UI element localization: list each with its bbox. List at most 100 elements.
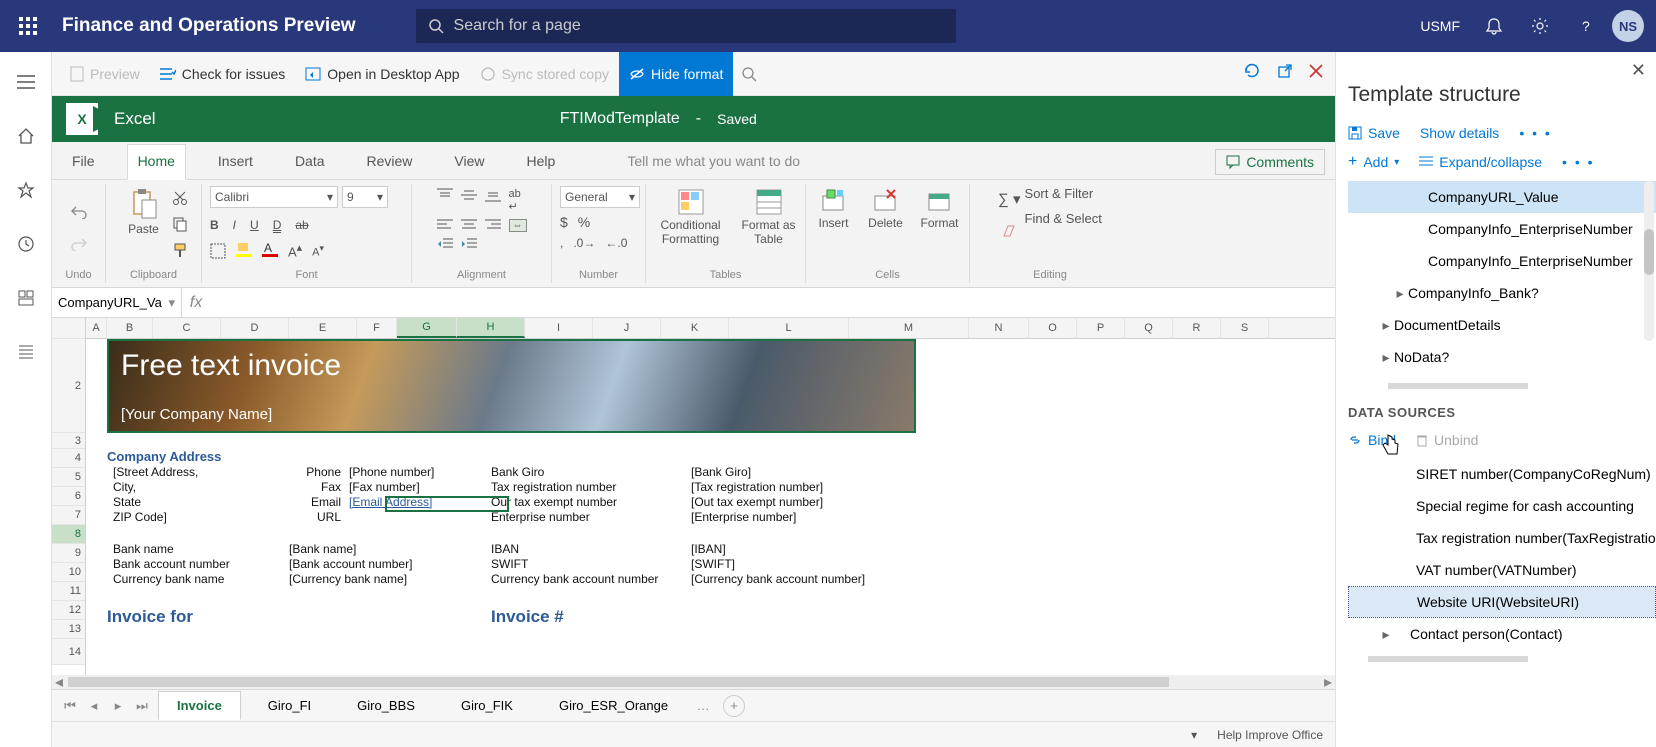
data-source-item[interactable]: ▸Contact person(Contact)	[1348, 618, 1656, 650]
col-header[interactable]: D	[221, 318, 289, 338]
cell[interactable]: Bank Giro	[491, 465, 691, 479]
cell[interactable]: [Street Address,	[107, 465, 289, 479]
tab-insert[interactable]: Insert	[208, 145, 263, 179]
cell[interactable]: [Enterprise number]	[691, 510, 891, 524]
cell[interactable]: [IBAN]	[691, 542, 891, 556]
cell[interactable]: SWIFT	[491, 557, 691, 571]
comments-button[interactable]: Comments	[1215, 149, 1325, 175]
sheet-nav-prev[interactable]: ◂	[82, 698, 106, 714]
col-header[interactable]: O	[1029, 318, 1077, 338]
sheet-nav-last[interactable]: ⏭	[130, 698, 154, 714]
notifications-icon[interactable]	[1474, 6, 1514, 46]
cell[interactable]: [Out tax exempt number]	[691, 495, 891, 509]
tree-item[interactable]: ▸DocumentDetails	[1348, 309, 1656, 341]
help-icon[interactable]: ?	[1566, 6, 1606, 46]
paste-button[interactable]: Paste	[120, 186, 168, 238]
col-header[interactable]: F	[357, 318, 397, 338]
col-header[interactable]: K	[661, 318, 729, 338]
insert-cells-button[interactable]: Insert	[810, 186, 858, 232]
cell[interactable]: Tax registration number	[491, 480, 691, 494]
cell[interactable]: Email	[289, 495, 349, 509]
font-color-button[interactable]: A	[262, 241, 278, 260]
show-details-button[interactable]: Show details	[1420, 125, 1499, 141]
recent-icon[interactable]	[10, 228, 42, 260]
menu-toggle-icon[interactable]	[10, 66, 42, 98]
tab-data[interactable]: Data	[285, 145, 335, 179]
align-right-icon[interactable]	[485, 219, 501, 231]
row-header[interactable]: 11	[52, 582, 85, 601]
col-header[interactable]: R	[1173, 318, 1221, 338]
user-avatar[interactable]: NS	[1612, 10, 1644, 42]
hide-format-button[interactable]: Hide format	[619, 52, 733, 96]
home-icon[interactable]	[10, 120, 42, 152]
font-size-select[interactable]: 9▾	[342, 186, 388, 208]
action-search-icon[interactable]	[733, 58, 765, 90]
col-header[interactable]: P	[1077, 318, 1125, 338]
align-middle-icon[interactable]	[461, 188, 477, 202]
wrap-text-icon[interactable]: ab↵	[509, 188, 521, 213]
cell[interactable]: Our tax exempt number	[491, 495, 691, 509]
refresh-icon[interactable]	[1243, 62, 1261, 85]
sheet-tab-invoice[interactable]: Invoice	[158, 691, 241, 720]
cell[interactable]: URL	[289, 510, 349, 524]
tab-view[interactable]: View	[444, 145, 494, 179]
sheet-nav-next[interactable]: ▸	[106, 698, 130, 714]
cell[interactable]: Bank name	[107, 542, 289, 556]
sheet-tab[interactable]: Giro_FI	[249, 691, 330, 720]
col-header[interactable]: C	[153, 318, 221, 338]
strikethrough-button[interactable]: ab	[295, 218, 308, 233]
delete-cells-button[interactable]: Delete	[862, 186, 910, 232]
row-header[interactable]: 9	[52, 544, 85, 563]
sheet-nav-first[interactable]: ⏮	[58, 698, 82, 714]
cell[interactable]: [Phone number]	[349, 465, 491, 479]
format-painter-icon[interactable]	[172, 242, 188, 258]
cell[interactable]: [Bank name]	[289, 542, 491, 556]
shrink-font-button[interactable]: A▾	[312, 243, 324, 259]
data-source-item-website-uri[interactable]: Website URI(WebsiteURI)	[1348, 586, 1656, 618]
sheet-tab[interactable]: Giro_BBS	[338, 691, 434, 720]
comma-button[interactable]: ,	[560, 236, 563, 250]
favorites-icon[interactable]	[10, 174, 42, 206]
cut-icon[interactable]	[172, 190, 188, 206]
cell[interactable]: [Email Address]	[349, 495, 491, 509]
currency-button[interactable]: $	[560, 214, 568, 230]
cell[interactable]: [Bank account number]	[289, 557, 491, 571]
underline-button[interactable]: U	[250, 218, 259, 233]
add-button[interactable]: +Add▾	[1348, 153, 1399, 171]
check-issues-button[interactable]: Check for issues	[150, 60, 295, 88]
col-header[interactable]: B	[107, 318, 153, 338]
row-header[interactable]: 2	[52, 339, 85, 433]
col-header[interactable]: G	[397, 318, 457, 338]
autosum-icon[interactable]: ∑ ▾	[998, 190, 1020, 208]
settings-icon[interactable]	[1520, 6, 1560, 46]
cell[interactable]: Enterprise number	[491, 510, 691, 524]
increase-decimal-button[interactable]: .0→	[573, 236, 595, 250]
sort-filter-button[interactable]: Sort & Filter	[1025, 186, 1094, 201]
undo-button[interactable]	[66, 203, 92, 221]
cell[interactable]: City,	[107, 480, 289, 494]
tab-help[interactable]: Help	[517, 145, 566, 179]
grow-font-button[interactable]: A▴	[288, 241, 302, 259]
tree-item-company-url[interactable]: CompanyURL_Value	[1348, 181, 1656, 213]
cell[interactable]: [Bank Giro]	[691, 465, 891, 479]
data-source-item[interactable]: Special regime for cash accounting	[1348, 490, 1656, 522]
tree-item[interactable]: CompanyInfo_EnterpriseNumber	[1348, 245, 1656, 277]
percent-button[interactable]: %	[578, 214, 590, 230]
popout-icon[interactable]	[1277, 63, 1293, 84]
workspaces-icon[interactable]	[10, 282, 42, 314]
open-desktop-button[interactable]: Open in Desktop App	[295, 60, 469, 88]
sheet-tab[interactable]: Giro_FIK	[442, 691, 532, 720]
cell[interactable]: [Currency bank name]	[289, 572, 491, 586]
close-icon[interactable]	[1309, 64, 1323, 83]
decrease-decimal-button[interactable]: ←.0	[605, 236, 627, 250]
expand-collapse-button[interactable]: Expand/collapse	[1419, 154, 1542, 170]
help-improve-link[interactable]: Help Improve Office	[1217, 728, 1323, 742]
modules-icon[interactable]	[10, 336, 42, 368]
add-sheet-button[interactable]: +	[723, 695, 745, 717]
tab-home[interactable]: Home	[127, 144, 186, 180]
row-header[interactable]: 6	[52, 487, 85, 506]
row-header[interactable]: 8	[52, 525, 85, 544]
tree-more-icon[interactable]: • • •	[1562, 154, 1594, 170]
italic-button[interactable]: I	[233, 218, 236, 233]
more-options-icon[interactable]: • • •	[1519, 125, 1551, 141]
